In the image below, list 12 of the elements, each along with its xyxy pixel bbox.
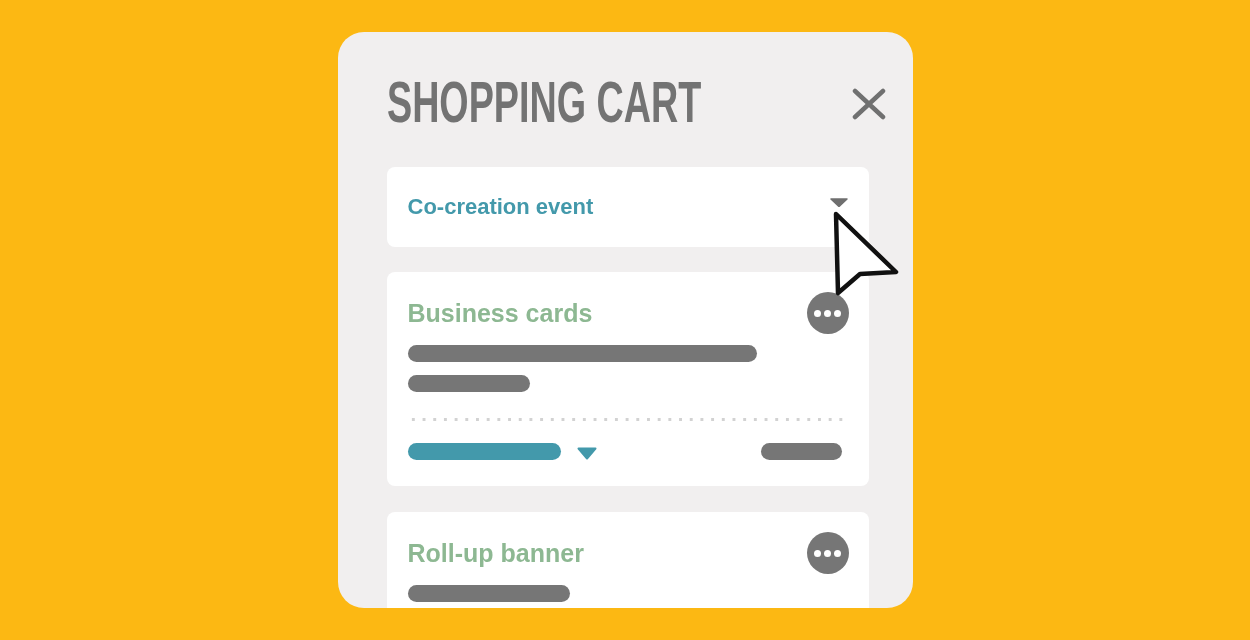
more-icon: [814, 309, 841, 317]
cart-title: SHOPPING CART: [386, 73, 701, 131]
section-title: Co-creation event: [407, 194, 594, 220]
more-icon: [814, 549, 841, 557]
item-title: Roll-up banner: [407, 538, 584, 568]
more-button[interactable]: [806, 292, 849, 334]
item-title: Business cards: [407, 298, 593, 328]
close-icon[interactable]: [851, 88, 886, 120]
placeholder-select-bar[interactable]: [407, 443, 561, 460]
caret-icon[interactable]: [576, 447, 597, 460]
more-button[interactable]: [806, 532, 849, 574]
caret-icon[interactable]: [829, 197, 848, 207]
